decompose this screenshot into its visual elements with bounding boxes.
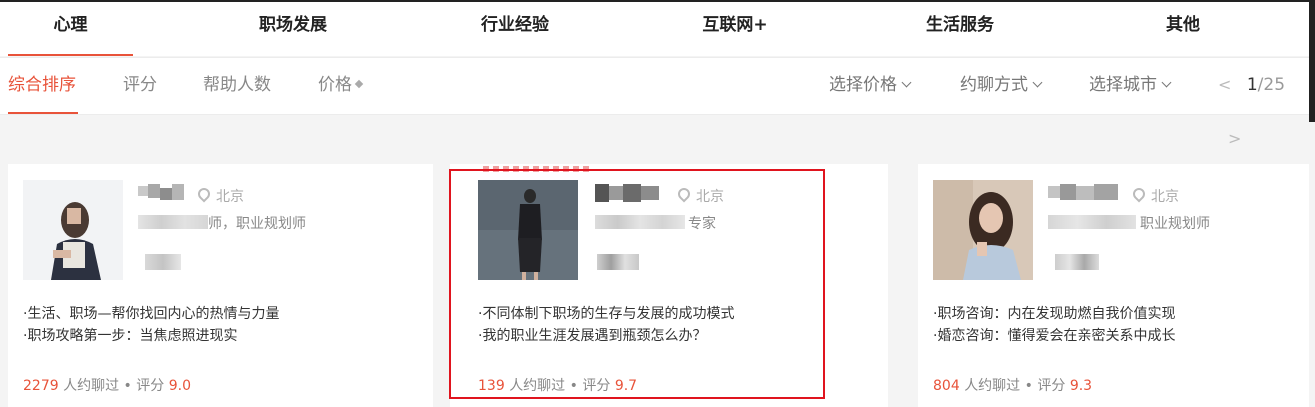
chat-count-label: 人约聊过: [964, 378, 1021, 394]
chat-count: 804: [933, 378, 960, 394]
expert-name-redacted: [138, 184, 186, 204]
chat-count: 2279: [23, 378, 59, 394]
category-tab-career[interactable]: 职场发展: [228, 2, 358, 56]
expert-avatar: [478, 180, 578, 280]
expert-location: 北京: [195, 185, 244, 206]
map-pin-icon: [1130, 185, 1148, 203]
expert-city: 北京: [216, 189, 244, 205]
map-pin-icon: [195, 185, 213, 203]
category-tab-industry[interactable]: 行业经验: [450, 2, 580, 56]
expert-avatar: [23, 180, 123, 280]
topic-link[interactable]: ·职场攻略第一步：当焦虑照进现实: [23, 325, 237, 347]
expert-location: 北京: [1130, 185, 1179, 206]
chat-count-label: 人约聊过: [63, 378, 120, 394]
category-bar: 心理 职场发展 行业经验 互联网+ 生活服务 其他: [0, 0, 1315, 122]
pager-prev-button[interactable]: <: [1218, 75, 1231, 94]
expert-tag-redacted: [597, 254, 639, 270]
filter-city-label: 选择城市: [1089, 75, 1157, 95]
expert-card[interactable]: 北京 师，职业规划师 ·生活、职场—帮你找回内心的热情与力量 ·职场攻略第一步：…: [8, 164, 433, 407]
topic-link[interactable]: ·职场咨询：内在发现助燃自我价值实现: [933, 303, 1175, 325]
category-tab-life-service[interactable]: 生活服务: [895, 2, 1025, 56]
filter-chat-method-label: 约聊方式: [960, 75, 1028, 95]
expert-title: 职业规划师: [1140, 216, 1210, 232]
chevron-down-icon: [1032, 77, 1043, 88]
sort-helped-count[interactable]: 帮助人数: [203, 58, 271, 112]
avatar-image: [478, 180, 578, 280]
sort-filter-bar: 综合排序 评分 帮助人数 价格 选择价格 约聊方式 选择城市 < 1/25 >: [0, 57, 1309, 148]
expert-card[interactable]: 北京 职业规划师 ·职场咨询：内在发现助燃自我价值实现 ·婚恋咨询：懂得爱会在亲…: [918, 164, 1309, 407]
rating-value: 9.0: [168, 378, 191, 394]
topic-link[interactable]: ·生活、职场—帮你找回内心的热情与力量: [23, 303, 279, 325]
rating-value: 9.7: [614, 378, 638, 394]
filter-chat-method-dropdown[interactable]: 约聊方式: [960, 58, 1043, 112]
expert-location: 北京: [675, 185, 724, 206]
expert-stats: 139 人约聊过 • 评分 9.7: [478, 375, 637, 395]
expert-city: 北京: [696, 189, 724, 205]
pager: < 1/25 >: [1218, 58, 1309, 148]
pager-current: 1: [1246, 75, 1258, 95]
badge-redacted: [483, 166, 593, 172]
window-edge: [1309, 2, 1315, 122]
chat-count: 139: [478, 378, 505, 394]
pager-total: 25: [1263, 75, 1286, 95]
expert-tag-redacted: [145, 254, 181, 270]
chevron-down-icon: [901, 77, 912, 88]
expert-avatar: [933, 180, 1033, 280]
chat-count-label: 人约聊过: [509, 378, 566, 394]
expert-stats: 804 人约聊过 • 评分 9.3: [933, 375, 1092, 395]
rating-label: 评分: [136, 378, 165, 394]
topic-link[interactable]: ·婚恋咨询：懂得爱会在亲密关系中成长: [933, 325, 1175, 347]
active-category-indicator: [8, 54, 133, 56]
map-pin-icon: [675, 185, 693, 203]
expert-name-redacted: [595, 184, 661, 204]
sort-rating[interactable]: 评分: [123, 58, 157, 112]
sort-comprehensive[interactable]: 综合排序: [8, 58, 76, 112]
topic-link[interactable]: ·我的职业生涯发展遇到瓶颈怎么办？: [478, 325, 706, 347]
avatar-image: [933, 180, 1033, 280]
expert-card[interactable]: 北京 专家 ·不同体制下职场的生存与发展的成功模式 ·我的职业生涯发展遇到瓶颈怎…: [450, 164, 888, 407]
sort-price-label: 价格: [318, 75, 352, 95]
filter-city-dropdown[interactable]: 选择城市: [1089, 58, 1172, 112]
expert-title: 师，职业规划师: [208, 216, 306, 232]
pager-next-button[interactable]: >: [1228, 129, 1241, 148]
stats-separator: •: [569, 378, 578, 394]
expert-city: 北京: [1151, 189, 1179, 205]
expert-title: 专家: [688, 216, 716, 232]
category-tab-psychology[interactable]: 心理: [8, 2, 133, 56]
expert-title-redacted: [595, 215, 685, 229]
stats-separator: •: [123, 378, 132, 394]
filter-price-label: 选择价格: [829, 75, 897, 95]
expert-name-redacted: [1048, 184, 1120, 204]
rating-value: 9.3: [1069, 378, 1093, 394]
category-tab-internet[interactable]: 互联网+: [670, 2, 800, 56]
rating-label: 评分: [582, 378, 611, 394]
expert-stats: 2279 人约聊过 • 评分 9.0: [23, 375, 191, 395]
expert-title-redacted: [1048, 215, 1136, 229]
filter-price-dropdown[interactable]: 选择价格: [829, 58, 912, 112]
avatar-image: [23, 180, 123, 280]
stats-separator: •: [1024, 378, 1033, 394]
sort-price[interactable]: 价格: [318, 58, 364, 112]
diamond-sort-icon: [354, 79, 364, 89]
chevron-down-icon: [1161, 77, 1172, 88]
category-tab-other[interactable]: 其他: [1118, 2, 1248, 56]
expert-tag-redacted: [1055, 254, 1099, 270]
expert-title-redacted: [138, 215, 208, 229]
active-sort-indicator: [8, 112, 78, 114]
rating-label: 评分: [1037, 378, 1066, 394]
topic-link[interactable]: ·不同体制下职场的生存与发展的成功模式: [478, 303, 734, 325]
